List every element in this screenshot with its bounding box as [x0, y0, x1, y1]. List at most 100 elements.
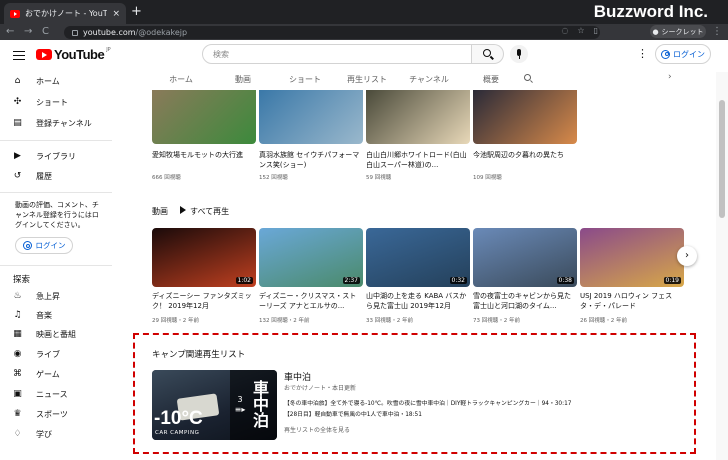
gaming-icon: ⌘ [13, 369, 22, 379]
sidebar-item-gaming[interactable]: ⌘ ゲーム [12, 369, 60, 380]
short-thumbnail[interactable] [473, 90, 577, 144]
sidebar-login-button[interactable]: ログイン [15, 237, 73, 254]
header-login-button[interactable]: ログイン [655, 44, 711, 64]
view-full-playlist-link[interactable]: 再生リストの全体を見る [284, 425, 350, 434]
scrollbar-thumb[interactable] [719, 100, 725, 218]
video-duration: 0:19 [663, 277, 681, 284]
sidebar-item-home[interactable]: ⌂ ホーム [12, 76, 60, 87]
video-title[interactable]: ディズニー・クリスマス・ストーリーズ アナとエルサの... [259, 291, 363, 311]
browser-tab[interactable]: おでかけノート - YouTube × [4, 3, 126, 24]
playlist-count-overlay: 3 ≡▸ 車中泊 [230, 370, 277, 440]
search-button[interactable] [472, 44, 504, 64]
eye-off-icon[interactable]: ◌ [561, 26, 568, 35]
url-host: youtube.com [83, 28, 136, 37]
video-title[interactable]: USJ 2019 ハロウィン フェスタ・デ・パレード [580, 291, 684, 311]
sidebar-item-library[interactable]: ▶ ライブラリ [12, 151, 76, 162]
search-input[interactable]: 検索 [202, 44, 472, 64]
playlist-entry[interactable]: 【28日目】軽自動車で無風の中1人で車中泊・18:51 [284, 409, 422, 418]
sidebar-item-trending[interactable]: ♨ 急上昇 [12, 291, 60, 302]
sidebar-item-movies[interactable]: ▦ 映画と番組 [12, 329, 76, 340]
play-all-button[interactable]: すべて再生 [180, 206, 229, 217]
subscriptions-icon: ▤ [13, 118, 22, 128]
sidebar-item-music[interactable]: ♫ 音楽 [12, 310, 52, 321]
tab-videos[interactable]: 動画 [212, 74, 274, 85]
sidebar-item-history[interactable]: ↺ 履歴 [12, 171, 52, 182]
video-thumbnail[interactable]: 0:38 [473, 228, 577, 287]
video-thumbnail[interactable]: 1:02 [152, 228, 256, 287]
lock-icon [72, 29, 78, 36]
short-title[interactable]: 真羽水族館 セイウチパフォーマンス笑(ショー) [259, 150, 363, 170]
sidebar-divider [0, 265, 112, 266]
incognito-label: シークレット [661, 27, 704, 36]
video-duration: 1:02 [235, 277, 253, 284]
playlist-count: 3 [237, 395, 243, 404]
reload-button[interactable]: C [42, 24, 49, 40]
new-tab-button[interactable]: + [131, 4, 142, 19]
short-thumbnail[interactable] [152, 90, 256, 144]
video-thumbnail[interactable]: 2:37 [259, 228, 363, 287]
video-title[interactable]: 雪の夜富士のキャビンから見た富士山と河口湖のタイム... [473, 291, 577, 311]
short-title[interactable]: 愛知牧場モルモットの大行進 [152, 150, 256, 160]
playlist-title[interactable]: 車中泊 [284, 370, 311, 383]
sidebar-item-sports[interactable]: ♛ スポーツ [12, 409, 67, 420]
forward-button[interactable]: → [24, 24, 32, 40]
sidebar-item-news[interactable]: ▣ ニュース [12, 389, 67, 400]
video-meta: 73 回視聴・2 年前 [473, 318, 520, 324]
sidebar-item-subscriptions[interactable]: ▤ 登録チャンネル [12, 118, 92, 129]
tab-channels[interactable]: チャンネル [398, 74, 460, 85]
hamburger-menu-icon[interactable] [13, 48, 25, 63]
voice-search-button[interactable] [510, 45, 528, 63]
sidepanel-icon[interactable]: ▯ [594, 26, 598, 35]
video-meta: 132 回視聴・2 年前 [259, 318, 310, 324]
video-duration: 2:37 [342, 277, 360, 284]
star-icon[interactable]: ☆ [577, 26, 584, 35]
short-thumbnail[interactable] [259, 90, 363, 144]
settings-kebab-icon[interactable]: ⋮ [637, 47, 648, 60]
incognito-badge[interactable]: ● シークレット [650, 25, 706, 38]
thumb-temperature: -10°C [154, 408, 203, 429]
video-duration: 0:32 [449, 277, 467, 284]
tab-playlists[interactable]: 再生リスト [336, 74, 398, 85]
learning-icon: ♢ [13, 429, 22, 439]
short-views: 59 回視聴 [366, 175, 392, 181]
account-icon [22, 241, 32, 250]
video-thumbnail[interactable]: 0:32 [366, 228, 470, 287]
videos-section-title: 動画 [152, 207, 168, 216]
region-code: JP [106, 47, 111, 53]
sidebar-item-shorts[interactable]: ✣ ショート [12, 97, 68, 108]
youtube-logo[interactable]: YouTube JP [36, 47, 111, 62]
tab-home[interactable]: ホーム [150, 74, 212, 85]
playlist-section-title: キャンプ関連再生リスト [152, 350, 246, 360]
sidebar-item-learning[interactable]: ♢ 学び [12, 429, 52, 440]
search-icon [483, 49, 491, 57]
short-title[interactable]: 白山白川郷ホワイトロード(白山白山スーパー林道)の... [366, 150, 470, 170]
live-icon: ◉ [13, 349, 22, 359]
tab-about[interactable]: 概要 [460, 74, 522, 85]
sidebar-divider [0, 192, 112, 193]
tab-close-icon[interactable]: × [112, 9, 120, 19]
playlist-meta: おでかけノート・本日更新 [284, 385, 357, 392]
sports-icon: ♛ [13, 409, 22, 419]
video-thumbnail[interactable]: 0:19 [580, 228, 684, 287]
video-title[interactable]: ディズニーシー ファンタズミック！ 2019年12月 [152, 291, 256, 311]
trending-icon: ♨ [13, 291, 22, 301]
tabs-next-chevron-icon[interactable]: › [668, 72, 672, 82]
video-title[interactable]: 山中湖の上を走る KABA バスから見た富士山 2019年12月 [366, 291, 470, 311]
play-icon [180, 206, 186, 214]
short-thumbnail[interactable] [366, 90, 470, 144]
sidebar-divider [0, 140, 112, 141]
short-title[interactable]: 今池駅周辺の夕暮れの異たち [473, 150, 577, 160]
back-button[interactable]: ← [6, 24, 14, 40]
sidebar-item-live[interactable]: ◉ ライブ [12, 349, 60, 360]
playlist-thumbnail[interactable]: -10°C CAR CAMPING 3 ≡▸ 車中泊 [152, 370, 277, 440]
tab-shorts[interactable]: ショート [274, 74, 336, 85]
playlist-entry[interactable]: 【冬の車中泊旅】全て外で寝る-10℃。吹雪の夜に雪中車中泊｜DIY軽トラックキャ… [284, 398, 571, 407]
shorts-icon: ✣ [13, 97, 22, 107]
carousel-next-chevron-icon[interactable]: › [677, 246, 697, 266]
tab-title: おでかけノート - YouTube [25, 9, 107, 18]
short-views: 666 回視聴 [152, 175, 181, 181]
url-field[interactable]: youtube.com/@odekakejp [64, 26, 600, 39]
youtube-play-icon [36, 49, 52, 60]
tab-search[interactable] [522, 74, 538, 84]
browser-menu-icon[interactable]: ⋮ [712, 24, 722, 40]
